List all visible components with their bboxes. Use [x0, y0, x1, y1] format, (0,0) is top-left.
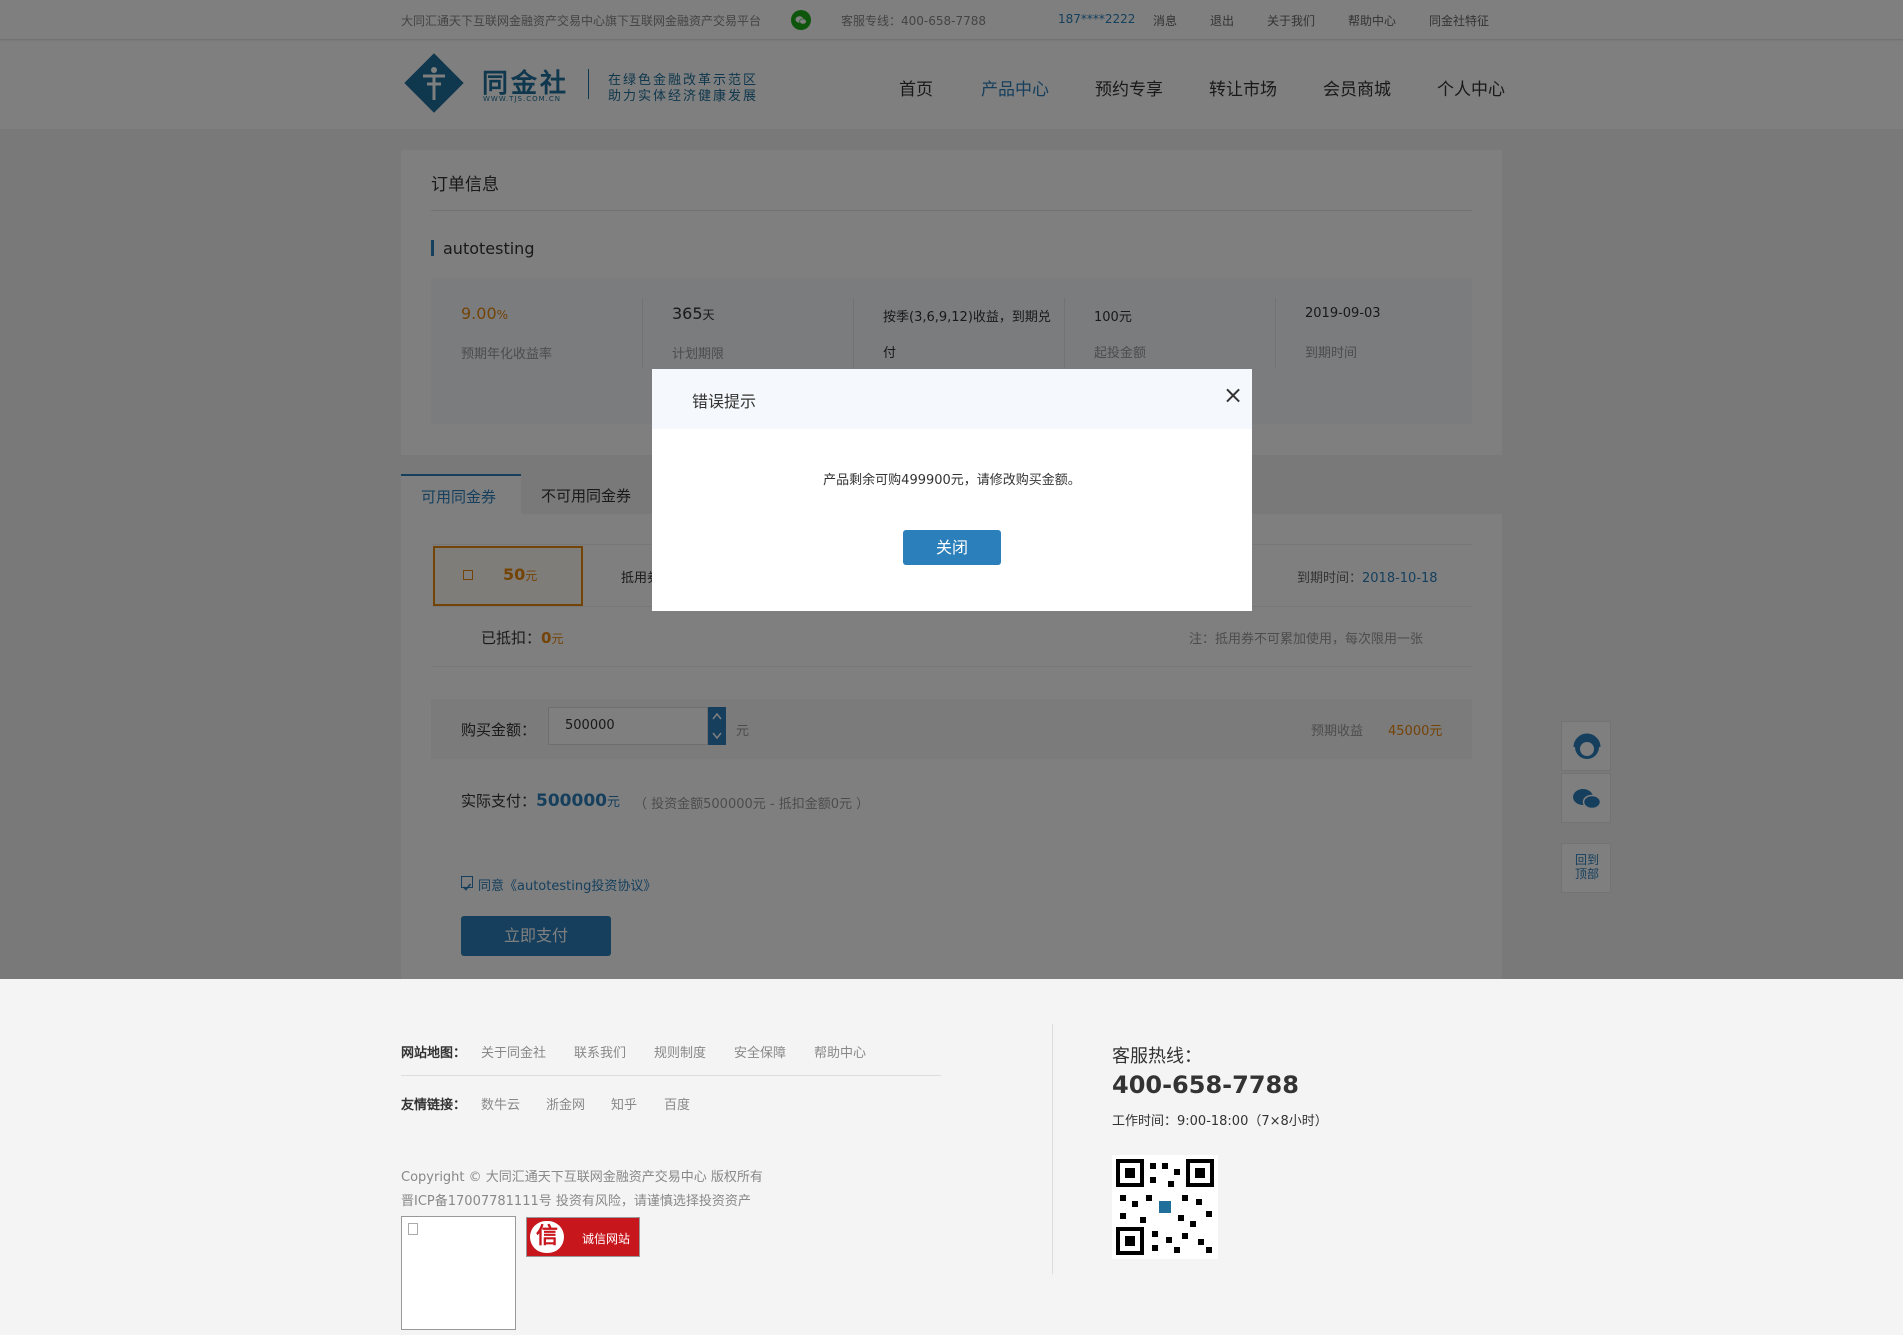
qr-code-icon	[1116, 1159, 1214, 1255]
icp: 晋ICP备17007781111号 投资有风险，请谨慎选择投资资产	[401, 1194, 751, 1209]
footer-link-security[interactable]: 安全保障	[734, 1042, 786, 1061]
dialog-close-button[interactable]: 关闭	[903, 530, 1001, 565]
dialog-header: 错误提示 ×	[652, 369, 1252, 429]
copyright: Copyright © 大同汇通天下互联网金融资产交易中心 版权所有	[401, 1170, 763, 1185]
footer-link-about[interactable]: 关于同金社	[481, 1042, 546, 1061]
work-hours: 工作时间：9:00-18:00（7×8小时）	[1112, 1114, 1328, 1129]
friend-link-4[interactable]: 百度	[664, 1094, 690, 1113]
friend-links-label: 友情链接：	[401, 1098, 467, 1113]
friend-link-3[interactable]: 知乎	[611, 1094, 637, 1113]
sitemap-label: 网站地图：	[401, 1046, 467, 1061]
error-dialog: 错误提示 × 产品剩余可购499900元，请修改购买金额。 关闭	[652, 369, 1252, 611]
broken-image-icon	[408, 1223, 418, 1235]
qr-code	[1112, 1155, 1218, 1259]
footer-divider	[401, 1075, 941, 1076]
credit-site-badge[interactable]: 信 诚信网站	[526, 1217, 640, 1257]
friend-link-1[interactable]: 数牛云	[481, 1094, 520, 1113]
footer: 网站地图： 关于同金社 联系我们 规则制度 安全保障 帮助中心 友情链接： 数牛…	[0, 979, 1903, 1335]
footer-link-contact[interactable]: 联系我们	[574, 1042, 626, 1061]
credit-badge-glyph: 信	[530, 1221, 564, 1253]
dialog-message: 产品剩余可购499900元，请修改购买金额。	[823, 473, 1081, 488]
dialog-title: 错误提示	[692, 392, 757, 411]
footer-link-help[interactable]: 帮助中心	[814, 1042, 866, 1061]
footer-link-rules[interactable]: 规则制度	[654, 1042, 706, 1061]
footer-vertical-divider	[1052, 1024, 1053, 1274]
close-icon[interactable]: ×	[1223, 383, 1243, 407]
credit-badge-text: 诚信网站	[582, 1232, 631, 1246]
hotline-label: 客服热线：	[1112, 1046, 1202, 1067]
friend-link-2[interactable]: 浙金网	[546, 1094, 585, 1113]
hotline-number: 400-658-7788	[1112, 1071, 1299, 1099]
broken-image-badge	[401, 1216, 516, 1330]
